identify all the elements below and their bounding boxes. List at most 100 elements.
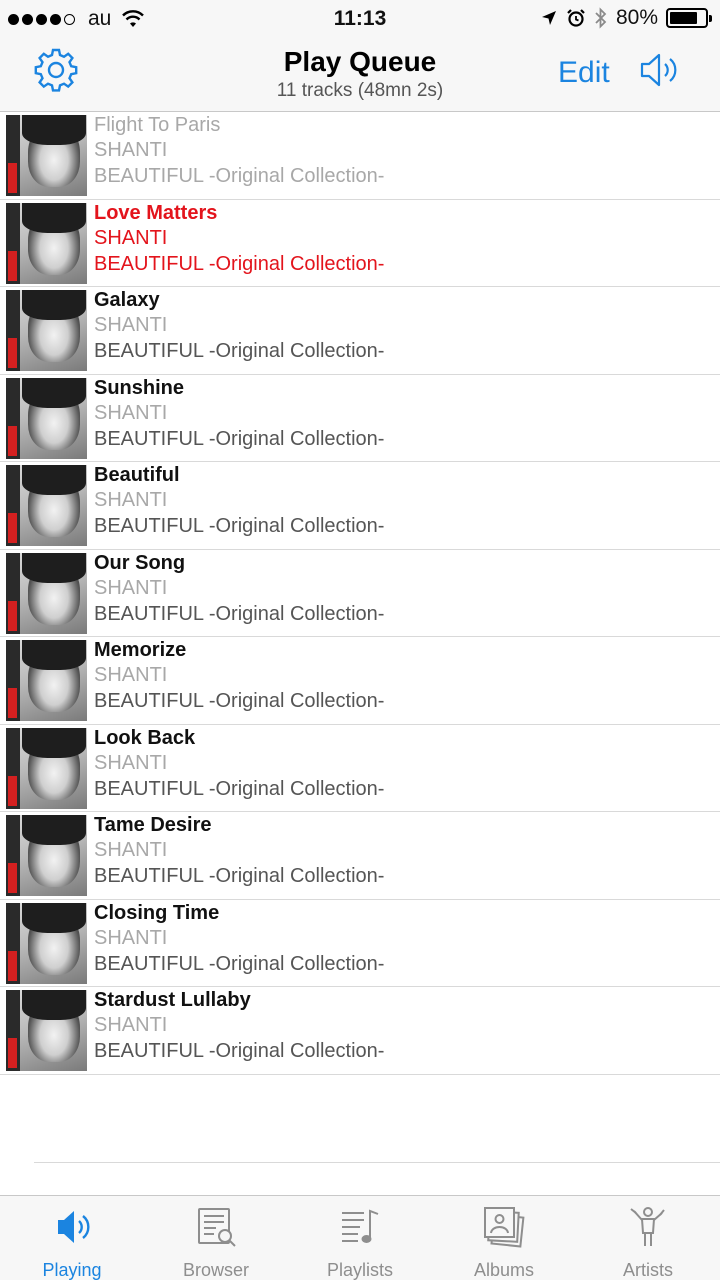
tab-label: Playlists — [326, 1260, 393, 1280]
track-title: Beautiful — [94, 464, 180, 486]
track-row[interactable]: Beautiful SHANTI BEAUTIFUL -Original Colle… — [0, 462, 720, 550]
album-art-spine-accent — [8, 250, 17, 281]
track-title: Our Song — [94, 551, 186, 574]
track-count-subtitle: 11 tracks (48mn 2s) — [276, 80, 444, 101]
album-art-spine-accent — [8, 863, 17, 893]
speaker-icon — [58, 1211, 90, 1243]
album-art-thumbnail — [6, 990, 87, 1071]
albums-icon — [484, 1207, 525, 1248]
track-row[interactable]: Tame Desire SHANTI BEAUTIFUL -Original Col… — [0, 812, 720, 900]
track-title: Look Back — [94, 726, 196, 749]
track-artist: SHANTI — [94, 926, 168, 949]
track-title: Closing Time — [94, 901, 220, 924]
tab-playing[interactable]: Playing — [0, 1196, 144, 1280]
track-album: BEAUTIFUL -Original Collection- — [94, 165, 385, 187]
track-title: Stardust Lullaby — [94, 989, 251, 1011]
track-row[interactable]: Galaxy SHANTI BEAUTIFUL -Original Collecti… — [0, 287, 720, 375]
track-row[interactable]: Look Back SHANTI BEAUTIFUL -Original Colle… — [0, 725, 720, 812]
album-art-hair — [22, 202, 86, 233]
album-art-thumbnail — [6, 465, 87, 546]
album-art-thumbnail — [6, 377, 87, 459]
track-album: BEAUTIFUL -Original Collection- — [94, 1040, 385, 1062]
track-album: BEAUTIFUL -Original Collection- — [94, 602, 385, 625]
track-album: BEAUTIFUL -Original Collection- — [94, 952, 385, 975]
album-art-thumbnail — [6, 902, 87, 984]
album-art-hair — [22, 552, 86, 583]
album-art-hair — [22, 115, 86, 145]
playlist-icon — [342, 1209, 379, 1243]
album-art-thumbnail — [6, 290, 87, 371]
track-artist: SHANTI — [94, 1014, 168, 1036]
album-art-spine-accent — [8, 600, 17, 631]
track-row[interactable]: Stardust Lullaby SHANTI BEAUTIFUL -Origina… — [0, 987, 720, 1075]
track-row[interactable]: Sunshine SHANTI BEAUTIFUL -Original Collec… — [0, 375, 720, 462]
track-album: BEAUTIFUL -Original Collection- — [94, 690, 385, 712]
album-art-spine-accent — [8, 1038, 17, 1068]
tab-label: Browser — [182, 1260, 249, 1280]
track-list: Flight To Paris SHANTI BEAUTIFUL -Original… — [0, 112, 720, 1075]
tab-label: Albums — [473, 1260, 535, 1280]
tab-artists[interactable]: Artists — [576, 1196, 720, 1280]
track-row[interactable]: Memorize SHANTI BEAUTIFUL -Original Collec… — [0, 637, 720, 725]
tab-browser[interactable]: Browser — [144, 1196, 288, 1280]
album-art-spine-accent — [8, 338, 17, 368]
tab-bar: Playing Browser Playlists Albums Artists — [0, 1195, 720, 1280]
track-row[interactable]: Closing Time SHANTI BEAUTIFUL -Original Co… — [0, 900, 720, 987]
album-art-thumbnail — [6, 727, 87, 809]
track-album: BEAUTIFUL -Original Collection- — [94, 340, 385, 362]
album-art-hair — [22, 990, 86, 1020]
list-footer-divider — [34, 1162, 720, 1163]
track-album: BEAUTIFUL -Original Collection- — [94, 252, 385, 275]
album-art-spine-accent — [8, 950, 17, 981]
album-art-hair — [22, 902, 86, 933]
track-title: Memorize — [94, 639, 187, 661]
album-art-hair — [22, 640, 86, 670]
track-artist: SHANTI — [94, 751, 168, 774]
alarm-icon — [567, 9, 585, 27]
speaker-icon[interactable] — [638, 50, 682, 90]
track-row[interactable]: Our Song SHANTI BEAUTIFUL -Original Collec… — [0, 550, 720, 637]
track-title: Galaxy — [94, 289, 160, 311]
track-row[interactable]: Flight To Paris SHANTI BEAUTIFUL -Original… — [0, 112, 720, 200]
track-title: Love Matters — [94, 201, 218, 224]
album-art-hair — [22, 815, 86, 845]
album-art-spine-accent — [8, 513, 17, 543]
tab-albums[interactable]: Albums — [432, 1196, 576, 1280]
track-album: BEAUTIFUL -Original Collection- — [94, 515, 385, 537]
album-art-thumbnail — [6, 640, 87, 721]
track-artist: SHANTI — [94, 576, 168, 599]
battery-fill — [670, 12, 698, 24]
album-art-thumbnail — [6, 202, 87, 284]
battery-icon — [666, 8, 712, 28]
edit-button[interactable]: Edit — [558, 56, 610, 90]
album-art-hair — [22, 290, 86, 320]
track-row[interactable]: Love Matters SHANTI BEAUTIFUL -Original Co… — [0, 200, 720, 287]
track-artist: SHANTI — [94, 401, 168, 424]
track-title: Sunshine — [94, 376, 185, 399]
album-art-spine-accent — [8, 425, 17, 456]
track-artist: SHANTI — [94, 489, 168, 511]
album-art-thumbnail — [6, 552, 87, 634]
bluetooth-icon — [595, 7, 607, 29]
battery-percentage: 80% — [615, 6, 658, 29]
tab-playlists[interactable]: Playlists — [288, 1196, 432, 1280]
album-art-hair — [22, 377, 86, 408]
track-album: BEAUTIFUL -Original Collection- — [94, 427, 385, 450]
tab-label: Artists — [622, 1260, 673, 1280]
track-artist: SHANTI — [94, 314, 168, 336]
album-art-spine-accent — [8, 775, 17, 806]
tab-label: Playing — [42, 1260, 102, 1280]
battery-tip — [709, 15, 712, 22]
status-bar: au 11:13 80% — [0, 0, 720, 38]
browser-icon — [198, 1208, 236, 1247]
album-art-hair — [22, 465, 86, 495]
artist-icon — [630, 1207, 665, 1246]
location-icon — [541, 11, 556, 25]
track-artist: SHANTI — [94, 139, 168, 161]
album-art-thumbnail — [6, 815, 87, 896]
status-right-group: 80% — [540, 6, 712, 30]
track-title: Tame Desire — [94, 814, 212, 836]
track-artist: SHANTI — [94, 839, 168, 861]
track-title: Flight To Paris — [94, 114, 221, 136]
album-art-hair — [22, 727, 86, 758]
